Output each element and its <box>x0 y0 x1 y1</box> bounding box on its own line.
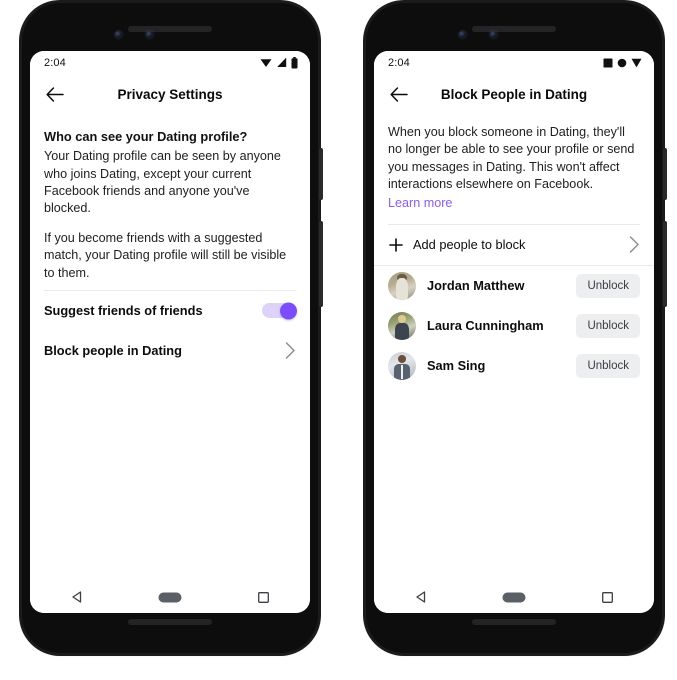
person-name: Laura Cunningham <box>427 318 544 334</box>
settings-content: Who can see your Dating profile? Your Da… <box>30 114 310 581</box>
avatar-shirt <box>400 364 404 379</box>
page-title: Block People in Dating <box>440 86 588 102</box>
app-bar: Privacy Settings <box>30 74 310 114</box>
wifi-icon <box>260 59 272 67</box>
status-icons <box>260 56 298 69</box>
unblock-button[interactable]: Unblock <box>576 353 640 378</box>
square-icon <box>603 58 613 67</box>
suggest-friends-label: Suggest friends of friends <box>44 303 203 319</box>
power-button[interactable] <box>319 148 323 200</box>
avatar <box>388 351 416 380</box>
block-paragraph: When you block someone in Dating, they'l… <box>388 125 635 192</box>
nav-recents-icon[interactable] <box>587 581 627 613</box>
intro-paragraph-1: Your Dating profile can be seen by anyon… <box>44 149 281 216</box>
unblock-button[interactable]: Unblock <box>576 273 640 298</box>
chevron-right-icon <box>629 236 640 254</box>
status-bar: 2:04 <box>374 51 654 74</box>
cellular-signal-icon <box>277 57 287 67</box>
front-sensor-icon <box>146 31 153 38</box>
person-name: Sam Sing <box>427 358 486 374</box>
suggest-friends-toggle[interactable] <box>262 302 297 320</box>
section-heading: Who can see your Dating profile? <box>44 129 248 144</box>
android-nav-bar <box>374 581 654 613</box>
sidebar-item-block-people[interactable]: Block people in Dating <box>30 331 310 371</box>
unblock-button[interactable]: Unblock <box>576 313 640 338</box>
back-arrow-icon[interactable] <box>388 83 410 105</box>
phone-screen-block-people: 2:04 Block People in Dating When you blo… <box>374 51 654 613</box>
intro-paragraph-2: If you become friends with a suggested m… <box>44 230 287 280</box>
back-arrow-icon[interactable] <box>44 83 66 105</box>
battery-icon <box>291 56 298 68</box>
page-title: Privacy Settings <box>117 86 223 102</box>
screenshot-stage: 2:04 Privacy Settings Who can see your D… <box>0 0 677 680</box>
android-nav-bar <box>30 581 310 613</box>
nav-back-icon[interactable] <box>57 581 97 613</box>
phone-device-block-people: 2:04 Block People in Dating When you blo… <box>366 3 667 653</box>
block-people-content: When you block someone in Dating, they'l… <box>374 114 654 581</box>
block-people-label: Block people in Dating <box>44 343 182 359</box>
toggle-knob <box>280 302 297 320</box>
app-bar: Block People in Dating <box>374 74 654 114</box>
person-name: Jordan Matthew <box>427 278 525 294</box>
avatar-body <box>395 323 409 340</box>
avatar <box>388 271 416 300</box>
chevron-right-icon <box>285 342 296 360</box>
avatar-head <box>397 314 407 324</box>
avatar-body <box>395 278 409 300</box>
front-camera-icon <box>115 31 122 38</box>
front-camera-icon <box>459 31 466 38</box>
nav-home-icon[interactable] <box>150 581 190 613</box>
status-clock: 2:04 <box>388 56 410 69</box>
list-item[interactable]: Jordan Matthew Unblock <box>374 266 654 306</box>
status-icons <box>603 58 642 68</box>
plus-icon <box>388 237 404 253</box>
triangle-icon <box>631 58 642 67</box>
nav-recents-icon[interactable] <box>243 581 283 613</box>
earpiece-grille <box>128 26 212 32</box>
sidebar-item-suggest-friends[interactable]: Suggest friends of friends <box>30 291 310 331</box>
bottom-speaker-grille <box>472 619 556 625</box>
add-people-to-block-button[interactable]: Add people to block <box>374 225 654 265</box>
block-intro: When you block someone in Dating, they'l… <box>374 124 654 212</box>
nav-back-icon[interactable] <box>401 581 441 613</box>
add-people-label: Add people to block <box>413 237 526 253</box>
list-item[interactable]: Sam Sing Unblock <box>374 346 654 386</box>
circle-icon <box>617 58 627 67</box>
settings-intro: Who can see your Dating profile? Your Da… <box>30 128 310 282</box>
bottom-speaker-grille <box>128 619 212 625</box>
volume-button[interactable] <box>663 221 667 307</box>
status-bar: 2:04 <box>30 51 310 74</box>
status-clock: 2:04 <box>44 56 66 69</box>
earpiece-grille <box>472 26 556 32</box>
nav-home-icon[interactable] <box>494 581 534 613</box>
list-item[interactable]: Laura Cunningham Unblock <box>374 306 654 346</box>
volume-button[interactable] <box>319 221 323 307</box>
power-button[interactable] <box>663 148 667 200</box>
avatar <box>388 311 416 340</box>
avatar-head <box>398 355 406 364</box>
phone-device-privacy-settings: 2:04 Privacy Settings Who can see your D… <box>22 3 323 653</box>
phone-screen-privacy-settings: 2:04 Privacy Settings Who can see your D… <box>30 51 310 613</box>
front-sensor-icon <box>490 31 497 38</box>
learn-more-link[interactable]: Learn more <box>388 195 452 212</box>
